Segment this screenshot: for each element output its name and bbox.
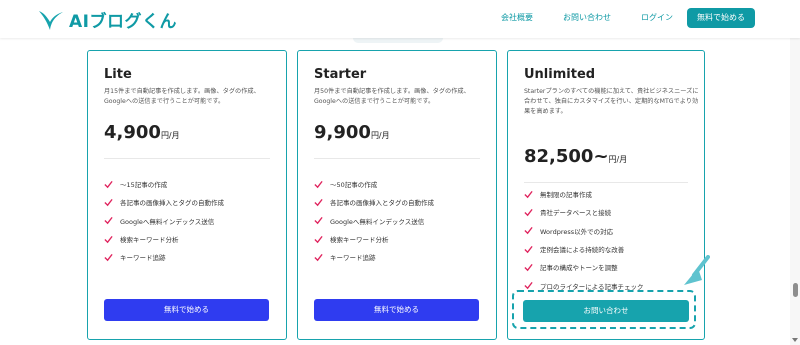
- pointer-arrow-icon: [684, 255, 710, 285]
- price-unit: 円/月: [608, 155, 628, 164]
- check-icon: [314, 180, 323, 188]
- plan-name: Starter: [314, 67, 367, 82]
- check-icon: [314, 217, 323, 225]
- feature-text: 定例会議による持続的な改善: [540, 246, 625, 255]
- plan-description: 月15件まで自動記事を作成します。画像、タグの作成、Googleへの送信まで行う…: [104, 88, 260, 105]
- price-unit: 円/月: [370, 131, 390, 140]
- plan-name: Unlimited: [524, 67, 596, 82]
- plan-name: Lite: [104, 67, 132, 82]
- feature-item: 〜50記事の作成: [314, 175, 434, 193]
- feature-text: Wordpress以外での対応: [540, 227, 614, 236]
- feature-text: キーワード追跡: [330, 254, 376, 263]
- price-value: 4,900: [104, 122, 161, 143]
- check-icon: [524, 227, 533, 235]
- lite-start-free-button[interactable]: 無料で始める: [104, 299, 269, 321]
- nav-link-contact[interactable]: お問い合わせ: [563, 8, 611, 28]
- starter-start-free-button[interactable]: 無料で始める: [314, 299, 479, 321]
- feature-text: 検索キーワード分析: [120, 236, 179, 245]
- check-icon: [104, 180, 113, 188]
- plan-price: 9,900円/月: [314, 122, 390, 143]
- feature-list: 無制限の記事作成 貴社データベースと接続 Wordpress以外での対応 定例会…: [524, 185, 644, 295]
- check-icon: [104, 235, 113, 243]
- plan-card-starter: Starter 月50件まで自動記事を作成します。画像、タグの作成、Google…: [297, 50, 497, 340]
- plan-price: 82,500~円/月: [524, 146, 627, 167]
- nav-link-company[interactable]: 会社概要: [501, 8, 533, 28]
- check-icon: [104, 217, 113, 225]
- plan-card-lite: Lite 月15件まで自動記事を作成します。画像、タグの作成、Googleへの送…: [87, 50, 287, 340]
- scroll-down-icon[interactable]: [792, 338, 798, 342]
- divider: [524, 182, 688, 183]
- header-start-free-button[interactable]: 無料で始める: [687, 8, 755, 28]
- feature-item: 各記事の画像挿入とタグの自動作成: [314, 193, 434, 211]
- divider: [104, 158, 270, 159]
- feature-text: 貴社データベースと接続: [540, 209, 612, 218]
- feature-list: 〜50記事の作成 各記事の画像挿入とタグの自動作成 Googleへ無料インデック…: [314, 175, 434, 266]
- feature-item: 定例会議による持続的な改善: [524, 240, 644, 258]
- page-scrollbar[interactable]: [790, 0, 800, 345]
- feature-item: 検索キーワード分析: [104, 230, 224, 248]
- price-value: 9,900: [314, 122, 371, 143]
- top-nav: 会社概要 お問い合わせ ログイン 無料で始める: [471, 8, 755, 28]
- nav-link-login[interactable]: ログイン: [641, 8, 673, 28]
- feature-text: Googleへ無料インデックス送信: [330, 217, 425, 226]
- feature-text: 記事の構成やトーンを調整: [540, 264, 618, 273]
- feature-item: 検索キーワード分析: [314, 230, 434, 248]
- bird-logo-icon: [39, 10, 63, 30]
- scrollbar-thumb[interactable]: [793, 283, 798, 297]
- feature-item: キーワード追跡: [314, 248, 434, 266]
- feature-item: Googleへ無料インデックス送信: [104, 212, 224, 230]
- feature-item: 記事の構成やトーンを調整: [524, 258, 644, 276]
- check-icon: [524, 245, 533, 253]
- plan-price: 4,900円/月: [104, 122, 180, 143]
- check-icon: [524, 190, 533, 198]
- highlight-callout: [512, 290, 696, 329]
- check-icon: [104, 198, 113, 207]
- site-header: AIブログくん 会社概要 お問い合わせ ログイン 無料で始める: [0, 0, 800, 38]
- feature-item: Googleへ無料インデックス送信: [314, 212, 434, 230]
- feature-text: キーワード追跡: [120, 254, 166, 263]
- check-icon: [314, 253, 323, 262]
- check-icon: [314, 198, 323, 207]
- check-icon: [524, 208, 533, 217]
- feature-item: 無制限の記事作成: [524, 185, 644, 203]
- tab-indicator: [353, 38, 443, 43]
- feature-list: 〜15記事の作成 各記事の画像挿入とタグの自動作成 Googleへ無料インデック…: [104, 175, 224, 266]
- brand-logo[interactable]: AIブログくん: [38, 7, 177, 32]
- check-icon: [314, 235, 323, 243]
- feature-text: Googleへ無料インデックス送信: [120, 217, 215, 226]
- price-value: 82,500~: [524, 146, 609, 167]
- brand-name: AIブログくん: [69, 12, 177, 32]
- feature-item: 各記事の画像挿入とタグの自動作成: [104, 193, 224, 211]
- feature-text: 〜15記事の作成: [120, 181, 168, 190]
- feature-text: 無制限の記事作成: [540, 191, 592, 200]
- feature-text: 各記事の画像挿入とタグの自動作成: [330, 199, 434, 208]
- feature-item: キーワード追跡: [104, 248, 224, 266]
- check-icon: [524, 282, 533, 290]
- feature-item: 〜15記事の作成: [104, 175, 224, 193]
- plan-description: Starterプランのすべての機能に加えて、貴社ビジネスニーズに合わせて、独自に…: [524, 88, 699, 115]
- feature-item: 貴社データベースと接続: [524, 203, 644, 221]
- divider: [314, 158, 480, 159]
- feature-text: 〜50記事の作成: [330, 181, 378, 190]
- feature-item: Wordpress以外での対応: [524, 222, 644, 240]
- price-unit: 円/月: [160, 131, 180, 140]
- check-icon: [524, 263, 533, 272]
- check-icon: [104, 253, 113, 262]
- feature-text: 各記事の画像挿入とタグの自動作成: [120, 199, 224, 208]
- feature-text: 検索キーワード分析: [330, 236, 389, 245]
- plan-description: 月50件まで自動記事を作成します。画像、タグの作成、Googleへの送信まで行う…: [314, 88, 470, 105]
